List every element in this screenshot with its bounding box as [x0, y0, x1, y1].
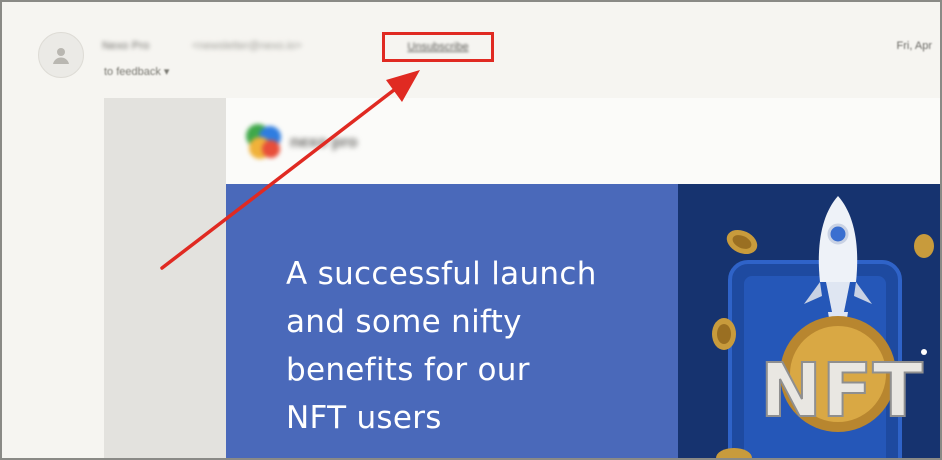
hero-headline: A successful launch and some nifty benef… [286, 250, 666, 442]
headline-line: A successful launch [286, 256, 597, 292]
unsubscribe-highlight[interactable]: Unsubscribe [382, 32, 494, 62]
email-body: nexo pro A successful launch and some ni… [226, 98, 940, 458]
coin-icon [712, 318, 736, 350]
brand-header: nexo pro [226, 98, 940, 184]
nft-artwork: NFT [678, 184, 940, 458]
headline-line: benefits for our [286, 352, 530, 388]
sender-name: Nexo Pro [102, 40, 150, 52]
nft-illustration: NFT [678, 184, 940, 458]
recipient-dropdown[interactable]: to feedback ▾ [104, 65, 169, 78]
brand-logo-icon [246, 124, 281, 159]
unsubscribe-link[interactable]: Unsubscribe [407, 41, 468, 53]
email-view: Nexo Pro <newsletter@nexo.io> Unsubscrib… [0, 0, 942, 460]
brand-name: nexo pro [290, 134, 358, 151]
sparkle [921, 349, 927, 355]
person-avatar-icon [53, 48, 69, 64]
sender-avatar[interactable] [38, 32, 84, 78]
hero-banner: A successful launch and some nifty benef… [226, 184, 940, 458]
message-date: Fri, Apr [896, 40, 932, 52]
headline-line: and some nifty [286, 304, 522, 340]
coin-icon [914, 234, 934, 258]
headline-line: NFT users [286, 400, 442, 436]
sender-email: <newsletter@nexo.io> [192, 40, 302, 52]
message-gutter [104, 98, 226, 458]
nft-lettering: NFT [760, 348, 923, 434]
